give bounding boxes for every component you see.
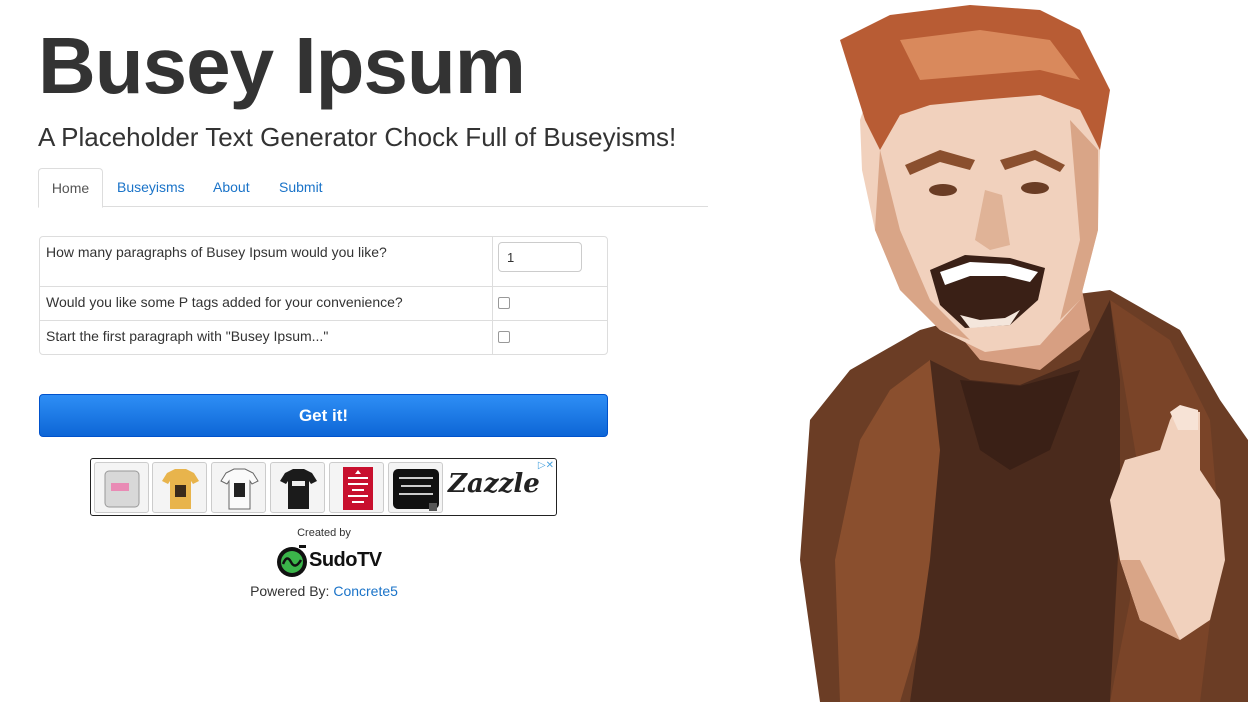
sudotv-logo-icon xyxy=(277,545,307,577)
ad-thumb-your-image[interactable] xyxy=(388,462,443,513)
tab-home[interactable]: Home xyxy=(38,168,103,208)
zazzle-logo: Zazzle xyxy=(448,469,540,499)
ad-thumb-tshirt-black[interactable] xyxy=(270,462,325,513)
keep-calm-image xyxy=(343,467,373,510)
paragraph-count-input[interactable] xyxy=(498,242,582,272)
ad-thumb-tshirt-yellow[interactable] xyxy=(152,462,207,513)
zazzle-ad-banner[interactable]: Zazzle ▷✕ xyxy=(90,458,557,516)
form-row-p-tags: Would you like some P tags added for you… xyxy=(40,286,607,320)
nav-tabs: Home Buseyisms About Submit xyxy=(38,168,708,208)
your-image-image xyxy=(393,469,439,511)
page-title: Busey Ipsum xyxy=(38,21,526,110)
tshirt-white-image xyxy=(220,468,259,510)
concrete5-link[interactable]: Concrete5 xyxy=(333,583,398,599)
paragraphs-question: How many paragraphs of Busey Ipsum would… xyxy=(40,237,493,286)
case-image xyxy=(104,470,140,508)
powered-by-label: Powered By: xyxy=(250,583,330,599)
sudotv-logo[interactable]: SudoTV xyxy=(275,544,382,580)
get-it-button[interactable]: Get it! xyxy=(39,394,608,437)
ad-choices-icon[interactable]: ▷✕ xyxy=(538,460,554,471)
form-row-paragraphs: How many paragraphs of Busey Ipsum would… xyxy=(40,237,607,286)
tshirt-black-image xyxy=(280,469,317,509)
created-by-label: Created by xyxy=(297,527,351,539)
sudotv-logo-text: SudoTV xyxy=(309,549,382,571)
form-row-busey-start: Start the first paragraph with "Busey Ip… xyxy=(40,320,607,354)
page-subtitle: A Placeholder Text Generator Chock Full … xyxy=(38,122,677,152)
ad-thumb-keep-calm[interactable] xyxy=(329,462,384,513)
tab-buseyisms[interactable]: Buseyisms xyxy=(117,168,185,206)
busey-start-checkbox[interactable] xyxy=(498,331,510,343)
p-tags-checkbox[interactable] xyxy=(498,297,510,309)
tab-about[interactable]: About xyxy=(213,168,250,206)
options-form: How many paragraphs of Busey Ipsum would… xyxy=(39,236,608,355)
powered-by: Powered By: Concrete5 xyxy=(0,583,648,599)
busey-portrait-image xyxy=(800,5,1248,702)
ad-thumb-tshirt-white[interactable] xyxy=(211,462,266,513)
p-tags-question: Would you like some P tags added for you… xyxy=(40,287,493,320)
tshirt-yellow-image xyxy=(162,469,199,509)
ad-thumb-case[interactable] xyxy=(94,462,149,513)
busey-start-question: Start the first paragraph with "Busey Ip… xyxy=(40,321,493,354)
tab-submit[interactable]: Submit xyxy=(279,168,323,206)
